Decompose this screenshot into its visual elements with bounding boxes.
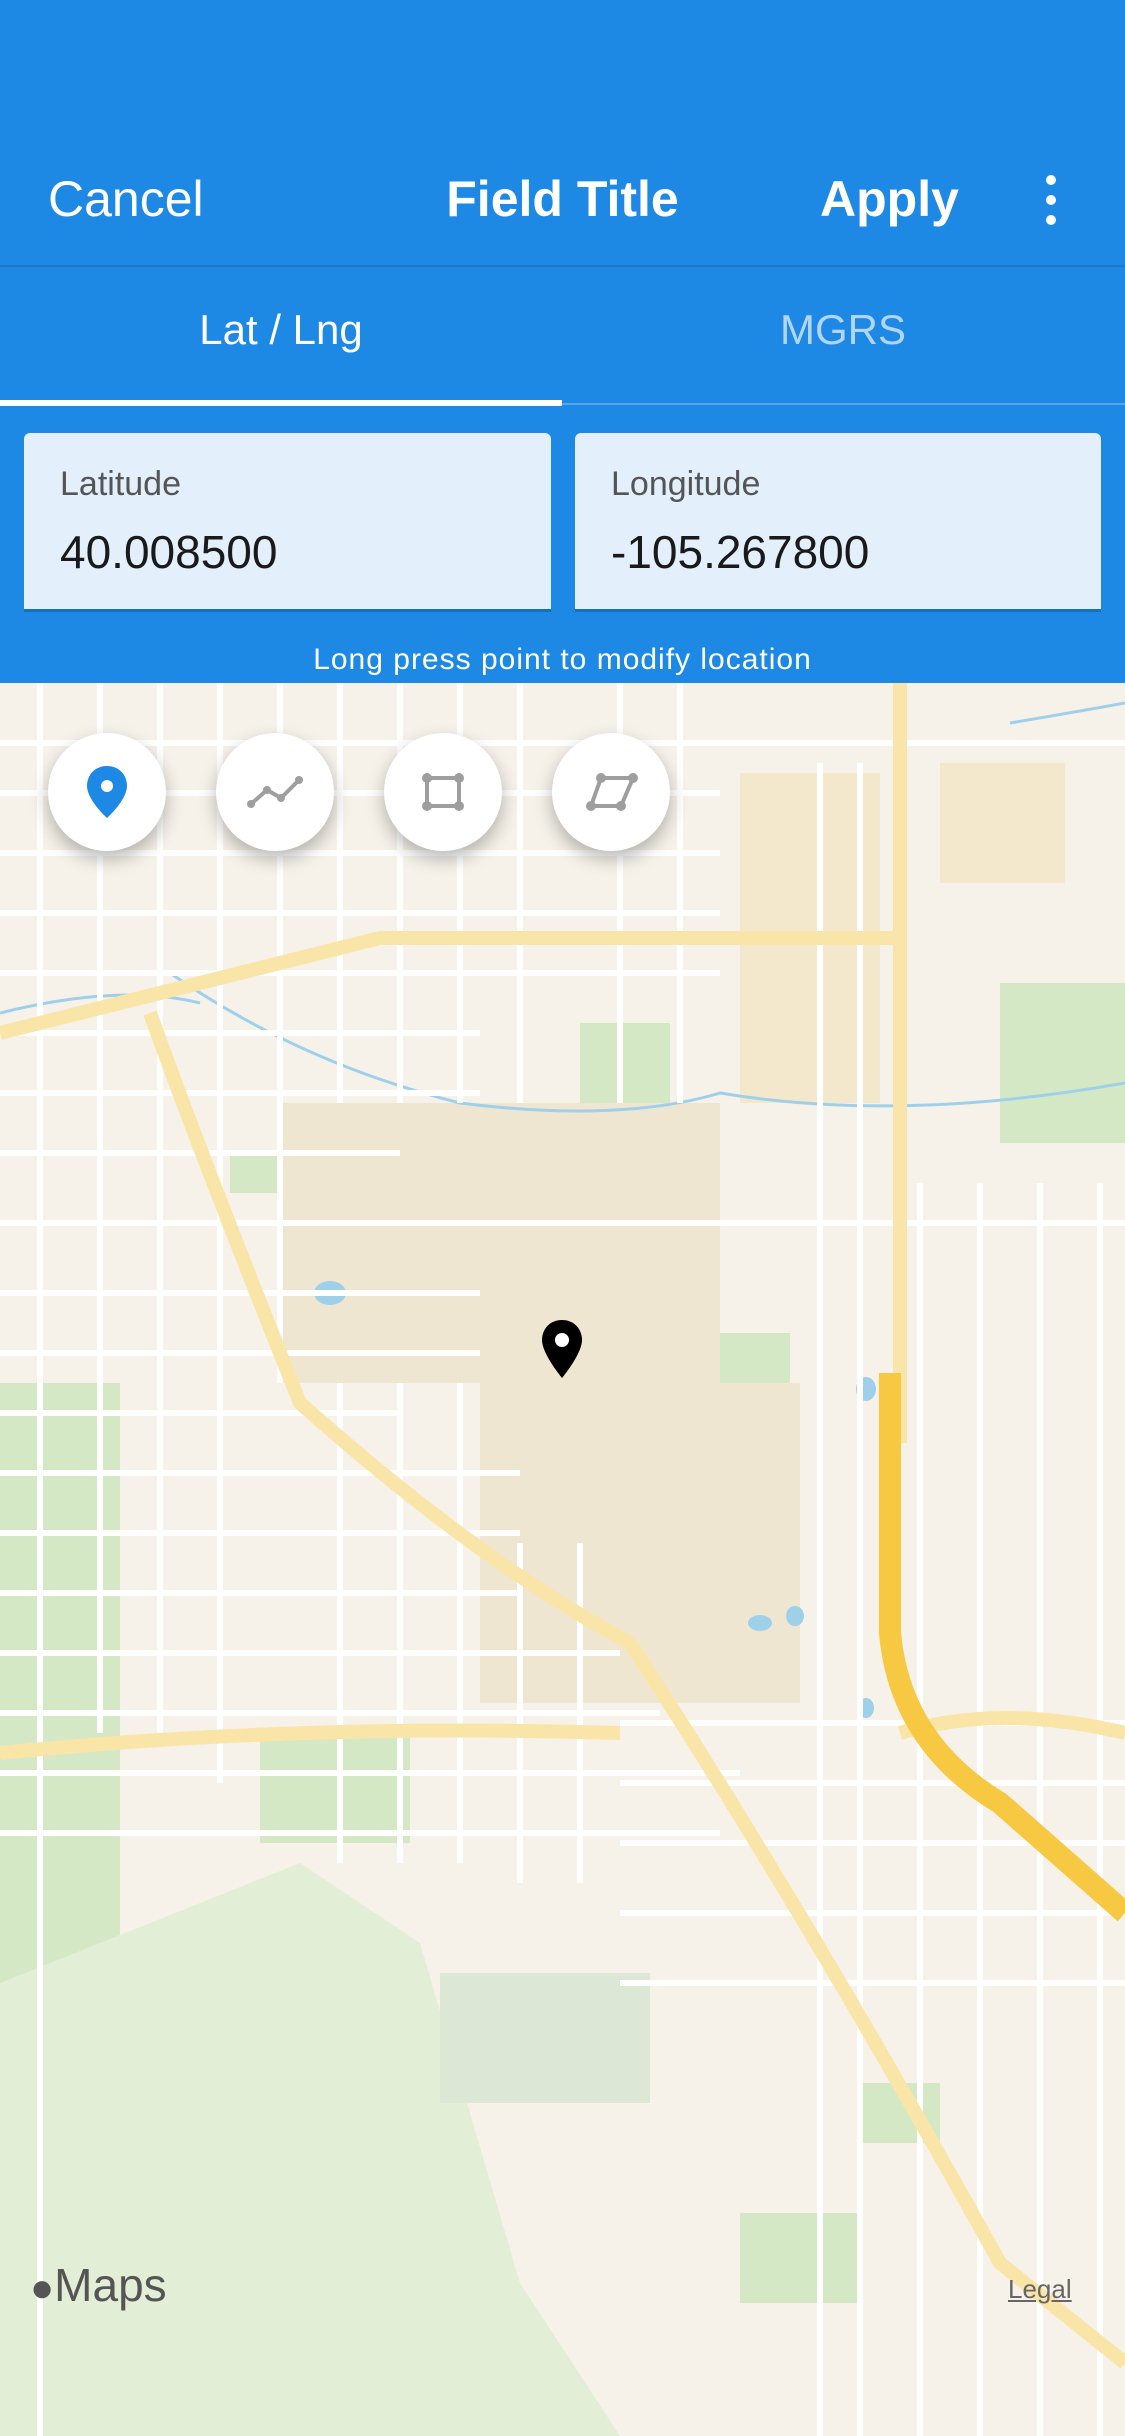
- apple-icon: ●: [30, 2266, 55, 2310]
- rectangle-icon: [422, 773, 464, 811]
- latitude-label: Latitude: [60, 465, 181, 503]
- polygon-tool-button[interactable]: [552, 733, 670, 851]
- tab-indicator: [0, 400, 562, 406]
- map-canvas: [0, 683, 1125, 2436]
- location-marker-icon[interactable]: [538, 1318, 586, 1387]
- map-view[interactable]: [0, 683, 1125, 2436]
- header-divider: [0, 265, 1125, 267]
- apply-button[interactable]: Apply: [820, 170, 959, 228]
- tab-mgrs[interactable]: MGRS: [562, 306, 1124, 354]
- latitude-field[interactable]: Latitude: [24, 433, 551, 609]
- longitude-input[interactable]: [611, 525, 1071, 579]
- maps-logo-text: Maps: [54, 2259, 167, 2311]
- polygon-icon: [586, 773, 638, 811]
- longitude-field[interactable]: Longitude: [575, 433, 1101, 609]
- hint-text: Long press point to modify location: [313, 643, 812, 676]
- more-vertical-icon[interactable]: [1030, 175, 1070, 235]
- maps-logo: ●Maps: [30, 2258, 167, 2312]
- polyline-tool-button[interactable]: [216, 733, 334, 851]
- tab-lat-lng[interactable]: Lat / Lng: [0, 306, 562, 354]
- rectangle-tool-button[interactable]: [384, 733, 502, 851]
- pin-tool-button[interactable]: [48, 733, 166, 851]
- latitude-input[interactable]: [60, 525, 520, 579]
- tab-underline-track: [562, 403, 1125, 405]
- legal-link[interactable]: Legal: [1008, 2274, 1072, 2305]
- polyline-icon: [247, 776, 303, 808]
- longitude-label: Longitude: [611, 465, 761, 503]
- pin-icon: [87, 766, 127, 818]
- nav-bar: Cancel Field Title Apply: [0, 150, 1125, 265]
